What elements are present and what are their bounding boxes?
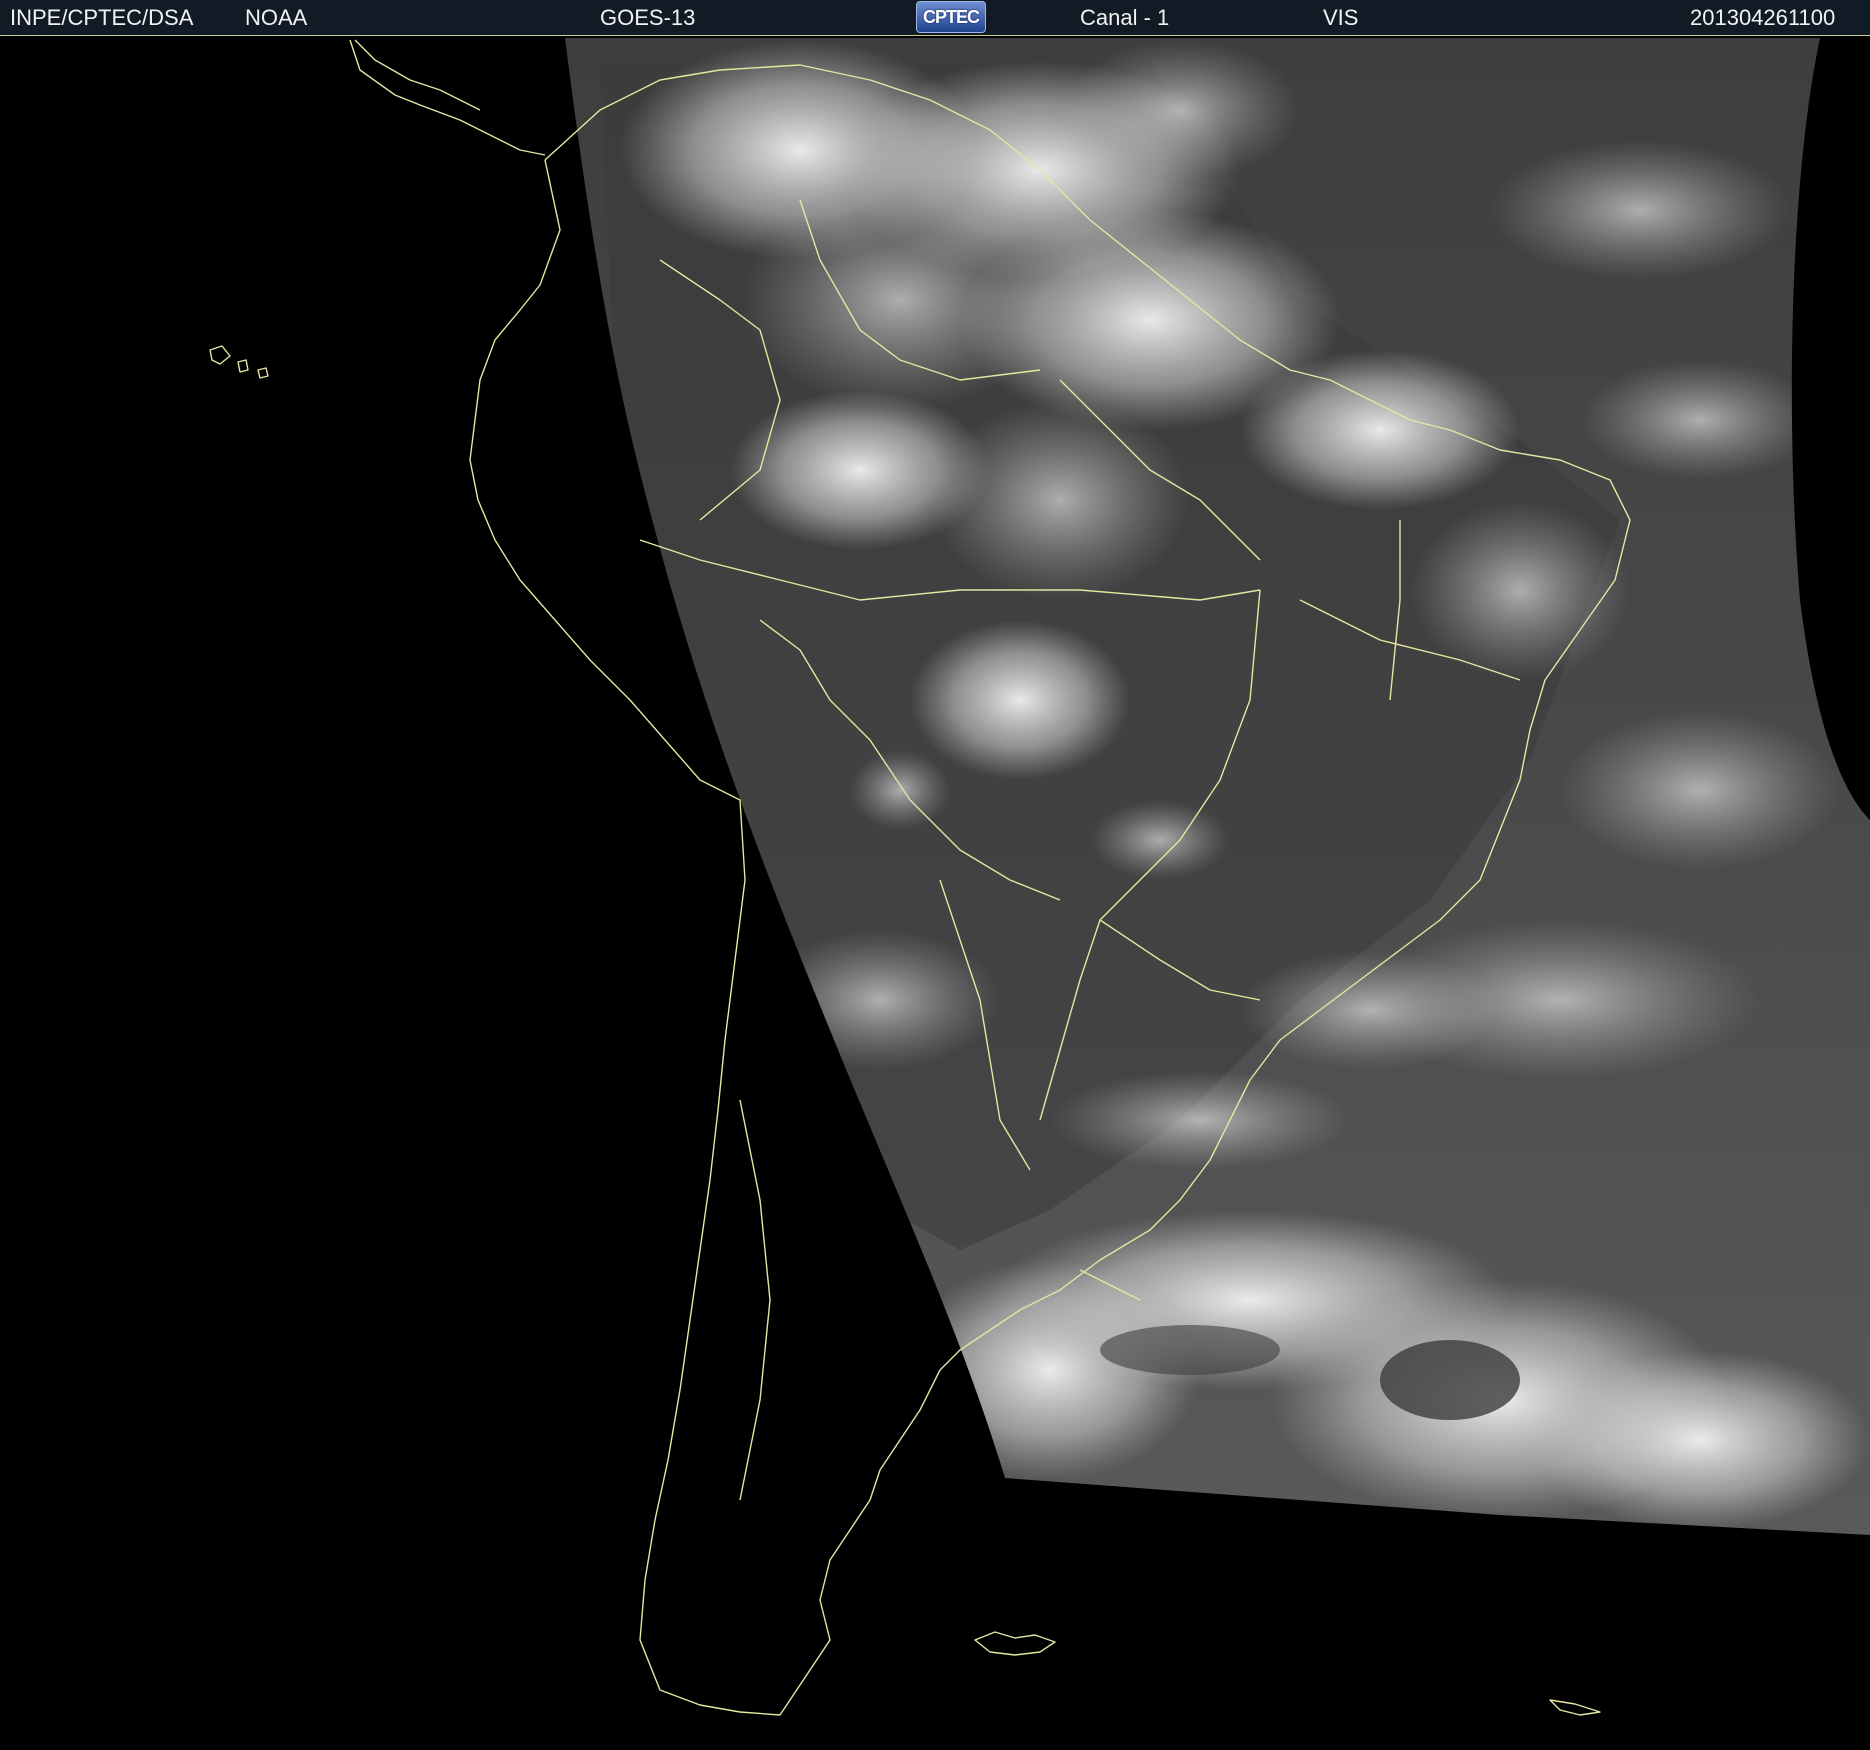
satellite-image xyxy=(0,36,1870,1750)
sunlit-swath xyxy=(565,38,1870,1535)
channel-label: Canal - 1 xyxy=(1080,5,1170,30)
agency-label: NOAA xyxy=(245,5,308,30)
band-label: VIS xyxy=(1323,5,1359,30)
image-header-bar: INPE/CPTEC/DSA NOAA GOES-13 CPTEC Canal … xyxy=(0,0,1870,36)
logo-text: CPTEC xyxy=(922,7,980,27)
satellite-image-svg xyxy=(209,38,1870,1716)
timestamp-label: 201304261100 xyxy=(1690,5,1836,30)
satellite-label: GOES-13 xyxy=(600,5,696,30)
institution-label: INPE/CPTEC/DSA xyxy=(10,5,194,30)
cptec-logo-icon: CPTEC xyxy=(916,1,986,33)
